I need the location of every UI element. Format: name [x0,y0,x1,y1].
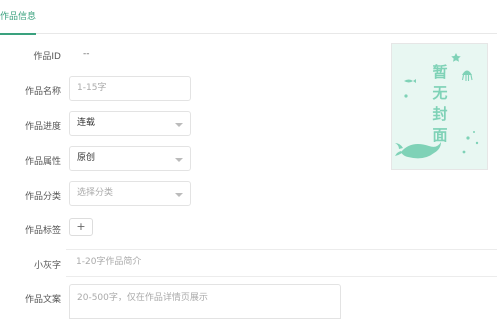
work-id-label: 作品ID [33,52,61,62]
work-category-select[interactable]: 选择分类 [69,181,191,206]
work-attribute-select[interactable]: 原创 [69,146,191,171]
work-category-placeholder: 选择分类 [77,188,114,198]
work-category-label: 作品分类 [24,192,61,202]
add-tag-button[interactable]: + [69,218,93,236]
work-id-value: -- [83,49,90,59]
blurb-input[interactable]: 1-20字作品简介 [69,250,497,276]
tab-bar: 作品信息 [0,0,497,35]
chevron-down-icon [175,193,183,197]
work-progress-value: 连载 [77,118,96,128]
divider [66,276,497,277]
blurb-label: 小灰字 [33,261,61,271]
description-textarea[interactable]: 20-500字，仅在作品详情页展示 [69,284,341,319]
work-tags-label: 作品标签 [24,226,61,236]
work-attribute-value: 原创 [77,153,96,163]
chevron-down-icon [175,123,183,127]
tab-work-info[interactable]: 作品信息 [0,0,37,35]
blurb-placeholder: 1-20字作品简介 [76,257,142,267]
work-progress-select[interactable]: 连载 [69,111,191,136]
cover-placeholder-text: 暂无封面 [432,63,448,144]
work-name-label: 作品名称 [24,87,61,97]
description-placeholder: 20-500字，仅在作品详情页展示 [77,293,208,303]
chevron-down-icon [175,158,183,162]
work-attribute-label: 作品属性 [24,157,61,167]
active-tab-indicator [0,33,36,35]
work-progress-label: 作品进度 [24,122,61,132]
description-label: 作品文案 [24,295,61,305]
cover-image[interactable]: 暂无封面 [391,43,488,170]
tab-work-info-label: 作品信息 [0,12,37,22]
work-name-input[interactable]: 1-15字 [69,76,191,101]
plus-icon: + [76,220,86,233]
work-name-placeholder: 1-15字 [77,83,107,93]
